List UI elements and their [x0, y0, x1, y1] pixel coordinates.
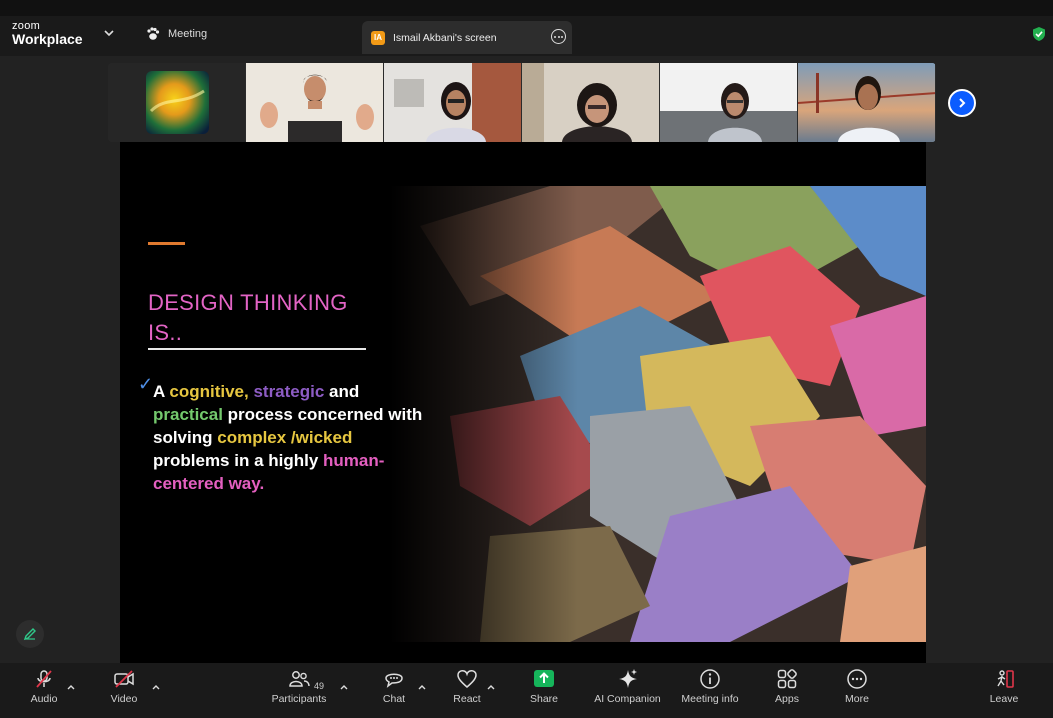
participant-strip	[108, 63, 936, 142]
apps-label: Apps	[775, 693, 799, 705]
slide-title-line-1: DESIGN THINKING	[148, 290, 348, 315]
avatar	[146, 71, 209, 134]
ai-companion-label: AI Companion	[594, 693, 661, 705]
body-word: process concerned with	[222, 405, 423, 424]
chat-icon	[385, 673, 403, 688]
body-word-human: human-	[323, 451, 385, 470]
brand-small-label: zoom	[12, 20, 41, 32]
next-page-button[interactable]	[948, 89, 976, 117]
apps-button[interactable]: Apps	[752, 668, 822, 705]
participant-video	[798, 63, 935, 142]
meeting-info-label: Meeting info	[681, 693, 739, 705]
shared-screen-slide: DESIGN THINKING IS.. ✓ A cognitive, stra…	[120, 142, 926, 668]
participant-tile[interactable]	[660, 63, 797, 142]
apps-icon	[777, 669, 797, 689]
participant-video	[660, 63, 797, 142]
leave-icon	[997, 670, 1014, 688]
body-word: and	[324, 382, 360, 401]
share-tab-label: Ismail Akbani's screen	[393, 31, 497, 44]
chevron-up-icon[interactable]	[417, 683, 427, 693]
participant-tile-active-speaker[interactable]	[246, 63, 383, 142]
participants-icon	[289, 671, 310, 687]
sparkle-icon	[618, 669, 637, 688]
info-icon	[700, 669, 720, 689]
heart-icon	[457, 670, 477, 688]
leave-label: Leave	[989, 693, 1019, 705]
more-icon	[847, 669, 867, 689]
video-button[interactable]: Video	[89, 668, 159, 705]
react-label: React	[453, 693, 481, 705]
video-label: Video	[110, 693, 138, 705]
body-word-centered: centered way.	[153, 474, 265, 493]
zoom-workplace-logo[interactable]: zoom Workplace	[12, 20, 83, 48]
annotate-pencil-button[interactable]	[16, 620, 44, 648]
body-word-complex: complex /wicked	[217, 428, 353, 447]
shield-check-icon[interactable]	[1032, 26, 1046, 42]
audio-label: Audio	[30, 693, 58, 705]
participants-label: Participants	[271, 693, 327, 705]
chevron-up-icon[interactable]	[486, 683, 496, 693]
slide-title-line-2: IS..	[148, 320, 183, 345]
pencil-icon	[23, 628, 36, 641]
microphone-muted-icon	[36, 670, 52, 688]
body-word-cognitive: cognitive,	[169, 382, 254, 401]
share-button[interactable]: Share	[509, 668, 579, 705]
chat-label: Chat	[382, 693, 406, 705]
chevron-up-icon[interactable]	[66, 683, 76, 693]
chevron-right-icon	[959, 98, 966, 108]
meeting-menu-button[interactable]: Meeting	[146, 27, 207, 41]
share-label: Share	[529, 693, 559, 705]
puzzle-blocks-image	[390, 186, 926, 642]
chevron-up-icon[interactable]	[339, 683, 349, 693]
body-word-practical: practical	[153, 405, 223, 424]
leave-button[interactable]: Leave	[969, 668, 1039, 705]
body-word: problems in a highly	[153, 451, 324, 470]
window-top-strip	[0, 0, 1053, 16]
screen-share-tab[interactable]: IA Ismail Akbani's screen	[362, 21, 572, 54]
participant-tile[interactable]	[384, 63, 521, 142]
slide-title: DESIGN THINKING IS..	[148, 288, 348, 348]
chevron-down-icon[interactable]	[103, 28, 115, 38]
participant-video	[246, 63, 383, 142]
paw-icon	[147, 27, 160, 40]
camera-off-icon	[114, 670, 134, 688]
participant-tile[interactable]	[522, 63, 659, 142]
meeting-info-button[interactable]: Meeting info	[675, 668, 745, 705]
participant-video	[384, 63, 521, 142]
slide-title-underline	[148, 348, 366, 350]
ai-companion-button[interactable]: AI Companion	[590, 668, 665, 705]
more-label: More	[845, 693, 869, 705]
brand-name-label: Workplace	[12, 31, 83, 47]
share-screen-icon	[534, 670, 554, 687]
participants-count: 49	[314, 681, 325, 691]
chevron-up-icon[interactable]	[151, 683, 161, 693]
body-word: solving	[153, 428, 218, 447]
meeting-label: Meeting	[168, 28, 208, 40]
slide-body-text: A cognitive, strategic and practical pro…	[153, 380, 453, 495]
body-word: A	[153, 382, 170, 401]
slide-accent-bar	[148, 242, 185, 245]
presenter-initials-badge: IA	[371, 30, 385, 45]
participant-tile[interactable]	[798, 63, 935, 142]
participant-video	[522, 63, 659, 142]
body-word-strategic: strategic	[253, 382, 325, 401]
participant-tile[interactable]	[108, 63, 245, 142]
more-button[interactable]: More	[822, 668, 892, 705]
check-icon: ✓	[138, 374, 154, 394]
more-options-icon[interactable]	[551, 29, 566, 44]
